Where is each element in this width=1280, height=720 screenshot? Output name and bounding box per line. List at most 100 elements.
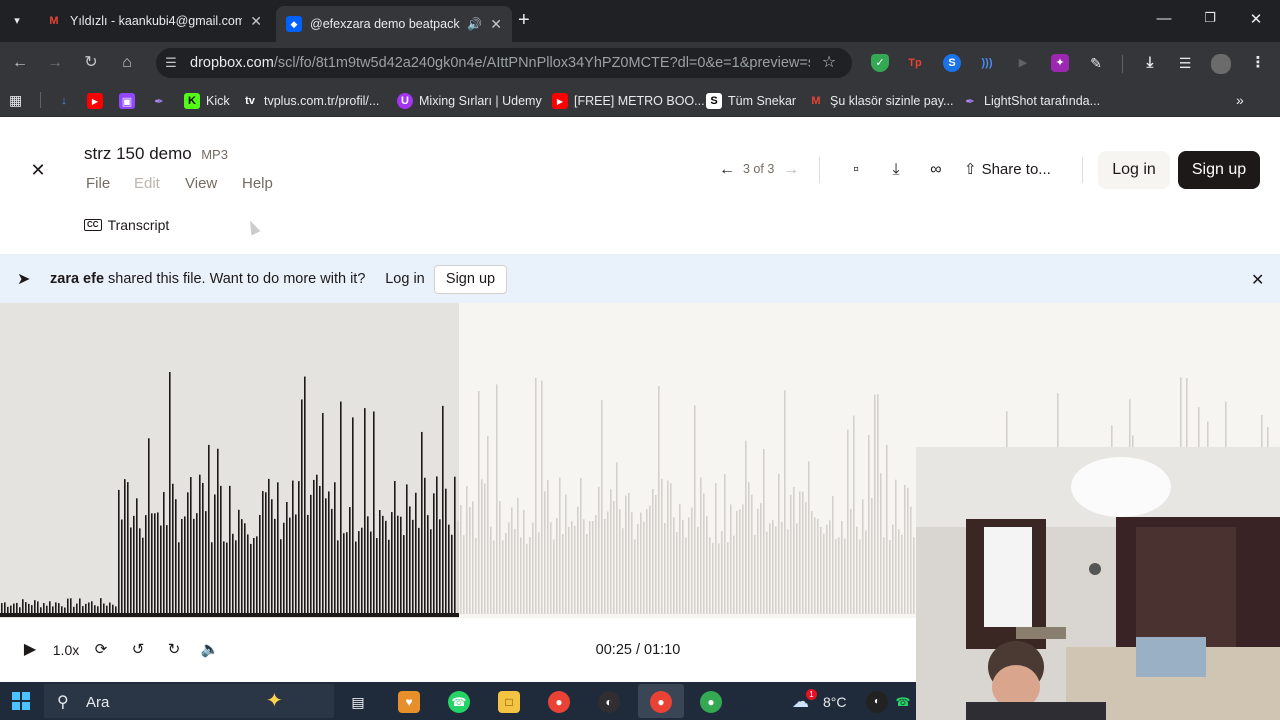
back-icon[interactable]: ← [10,53,30,73]
file-explorer-icon[interactable]: □ [498,691,520,713]
volume-icon[interactable]: 🔈 [200,640,220,660]
playback-progress-bar[interactable] [0,613,459,617]
next-file-icon[interactable]: → [781,160,801,180]
waveform-bar [379,510,381,614]
share-button[interactable]: ⇧ Share to... [964,160,1051,179]
bookmark-item[interactable]: U Mixing Sırları | Udemy [397,92,542,110]
signup-button[interactable]: Sign up [1178,151,1260,189]
chrome-icon[interactable]: ● [548,691,570,713]
waveform-bar [778,473,780,614]
menu-edit[interactable]: Edit [134,175,160,192]
waveform-bar [577,506,579,614]
shazam-extension-icon[interactable]: S [943,54,961,72]
waveform-bar [745,440,747,614]
chrome-menu-icon[interactable]: ⋮ [1249,54,1267,72]
login-button[interactable]: Log in [1098,151,1170,189]
url-text[interactable]: dropbox.com/scl/fo/8t1m9tw5d42a240gk0n4e… [190,55,810,71]
waveform-bar [631,512,633,614]
rewind-10-icon[interactable]: ↺ [128,640,148,660]
bookmark-item[interactable]: ↓ [56,92,78,110]
tab-dropbox[interactable]: ◆ @efexzara demo beatpack 🔊 ✕ [276,6,512,42]
bookmark-item[interactable]: ▣ [119,92,141,110]
loop-icon[interactable]: ⟳ [91,640,111,660]
bookmark-label: Tüm Snekar [728,94,797,108]
bookmark-item[interactable]: K Kick [184,92,230,110]
tp-extension-icon[interactable]: Tp [906,54,924,72]
extensions-puzzle-icon[interactable]: ✎ [1087,54,1105,72]
waveform-bar [613,500,615,614]
waveform-bar [532,522,534,614]
waveform-bar [901,534,903,614]
tray-whatsapp-icon[interactable]: ☎ [892,691,914,713]
waveform-bar [688,517,690,614]
new-tab-button[interactable]: + [518,10,530,30]
tab-gmail[interactable]: M Yıldızlı - kaankubi4@gmail.com ✕ [36,6,272,36]
close-banner-icon[interactable]: ✕ [1251,270,1264,290]
play-icon[interactable]: ▶ [20,640,40,660]
obs-icon[interactable]: ◐ [598,691,620,713]
close-preview-icon[interactable]: ✕ [28,160,48,180]
close-tab-icon[interactable]: ✕ [250,13,262,30]
wave-extension-icon[interactable]: ))) [978,54,996,72]
media-extension-icon[interactable]: ▶ [1014,54,1032,72]
whatsapp-icon[interactable]: ☎ [448,691,470,713]
forward-icon[interactable]: → [45,53,65,73]
bookmark-label: tvplus.com.tr/profil/... [264,94,380,108]
bookmark-item[interactable]: ▶ [87,92,109,110]
waveform-bar [814,517,816,614]
profile-avatar[interactable] [1211,54,1231,74]
menu-file[interactable]: File [86,175,110,192]
chrome-icon[interactable]: ● [700,691,722,713]
chrome-icon[interactable]: ● [650,691,672,713]
bookmark-star-icon[interactable]: ☆ [819,53,839,73]
waveform-bar [580,477,582,614]
tab-search-button[interactable]: ▾ [8,12,26,30]
previous-file-icon[interactable]: ← [717,160,737,180]
url-path: /scl/fo/8t1m9tw5d42a240gk0n4e/AIttPNnPll… [273,55,810,71]
banner-login-button[interactable]: Log in [379,265,431,294]
comment-icon[interactable]: ▫ [846,160,866,180]
bookmark-item[interactable]: ✒ LightShot tarafında... [962,92,1100,110]
site-info-icon[interactable]: ☰ [161,53,181,73]
waveform-bar [850,508,852,614]
tray-app-icon[interactable]: ◐ [866,691,888,713]
transcript-button[interactable]: CC Transcript [84,217,169,233]
shield-extension-icon[interactable]: ✓ [871,54,889,72]
close-tab-icon[interactable]: ✕ [490,16,502,33]
apps-grid-icon[interactable]: ▦ [9,92,22,109]
banner-signup-button[interactable]: Sign up [434,265,507,294]
window-close-icon[interactable]: ✕ [1246,10,1266,28]
waveform-bar [178,542,180,614]
windows-start-icon[interactable] [12,692,30,710]
menu-help[interactable]: Help [242,175,273,192]
menu-view[interactable]: View [185,175,217,192]
waveform-bar [376,538,378,614]
fl-studio-icon[interactable]: ♥ [398,691,420,713]
purple-extension-icon[interactable]: ✦ [1051,54,1069,72]
download-icon[interactable]: ⤓ [886,160,906,180]
home-icon[interactable]: ⌂ [117,53,137,73]
waveform-bar [544,491,546,614]
reading-list-icon[interactable]: ☰ [1176,54,1194,72]
downloads-icon[interactable]: ⤓ [1141,54,1159,72]
reload-icon[interactable]: ↻ [81,53,101,73]
bookmark-item[interactable]: S Tüm Snekar [706,92,796,110]
task-view-icon[interactable]: ▤ [347,691,369,713]
more-bookmarks-icon[interactable]: » [1236,92,1244,108]
waveform-bar [565,494,567,614]
minimize-icon[interactable]: — [1154,10,1174,27]
playback-speed[interactable]: 1.0x [50,640,82,660]
bookmark-item[interactable]: ▶ [FREE] METRO BOO... [552,92,705,110]
waveform-bar [304,376,306,614]
audio-playing-icon[interactable]: 🔊 [467,17,482,31]
waveform-bar [241,519,243,614]
waveform-bar [484,483,486,614]
weather-temperature[interactable]: 8°C [823,694,847,710]
link-icon[interactable]: ∞ [926,160,946,180]
waveform-bar [841,521,843,614]
bookmark-item[interactable]: ✒ [151,92,173,110]
forward-10-icon[interactable]: ↻ [164,640,184,660]
restore-icon[interactable]: ❐ [1200,10,1220,26]
bookmark-item[interactable]: tv tvplus.com.tr/profil/... [242,92,379,110]
bookmark-item[interactable]: M Şu klasör sizinle pay... [808,92,953,110]
